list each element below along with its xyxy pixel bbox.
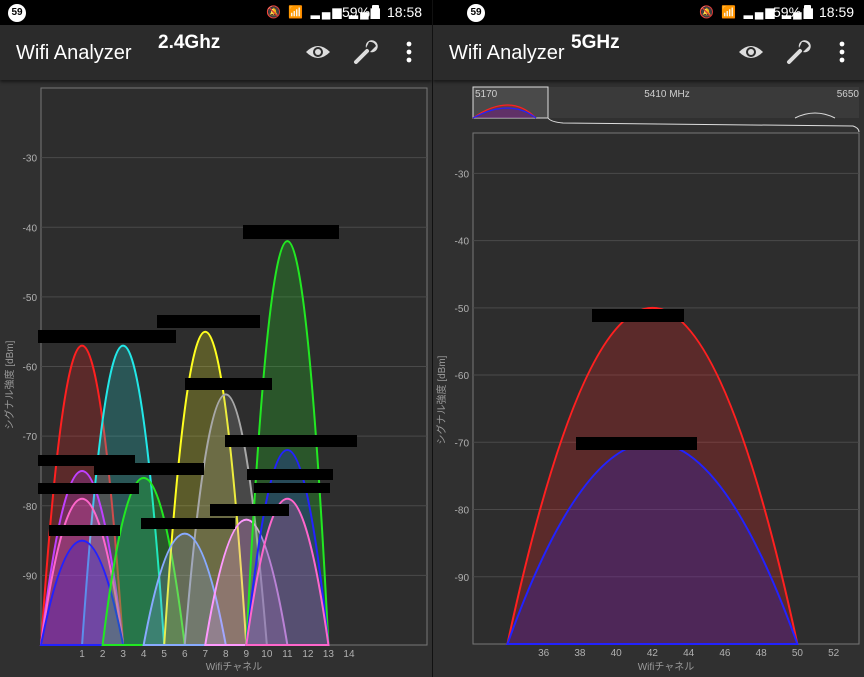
y-tick-label: -30 bbox=[455, 169, 470, 180]
y-axis-label: シグナル強度 [dBm] bbox=[435, 355, 448, 444]
x-tick-label: 4 bbox=[141, 649, 147, 660]
redaction-bar bbox=[576, 437, 697, 450]
y-axis-label: シグナル強度 [dBm] bbox=[3, 340, 16, 429]
y-tick-label: -80 bbox=[455, 506, 470, 517]
x-tick-label: 3 bbox=[120, 649, 126, 660]
x-tick-label: 38 bbox=[574, 648, 586, 659]
x-tick-label: 44 bbox=[683, 648, 695, 659]
x-tick-label: 13 bbox=[323, 649, 335, 660]
y-tick-label: -60 bbox=[23, 363, 38, 374]
redaction-bar bbox=[141, 518, 235, 529]
redaction-bar bbox=[225, 435, 357, 447]
signal-chart: 5170 5410 MHz 5650 -30 -40 -50 -60 -70 -80 -90… bbox=[435, 86, 860, 673]
y-tick-label: -30 bbox=[23, 154, 38, 165]
redaction-bar bbox=[38, 483, 139, 494]
redaction-bar bbox=[592, 309, 684, 322]
wifi-analyzer-screen-2-4ghz: 59 🔕 📶 ▂▄▆ ▂▄▆ 59% 18:58 Wifi Analyzer 2… bbox=[0, 0, 432, 677]
x-tick-label: 50 bbox=[792, 648, 804, 659]
y-tick-label: -70 bbox=[455, 438, 470, 449]
y-tick-label: -90 bbox=[23, 571, 38, 582]
redaction-bar bbox=[157, 315, 260, 328]
y-tick-label: -60 bbox=[455, 371, 470, 382]
redaction-bar bbox=[49, 525, 120, 536]
redaction-bar bbox=[254, 483, 330, 493]
x-tick-label: 40 bbox=[611, 648, 623, 659]
x-tick-label: 1 bbox=[79, 649, 85, 660]
zoom-connector bbox=[547, 117, 860, 133]
y-tick-label: -40 bbox=[455, 237, 470, 248]
redaction-bar bbox=[243, 225, 339, 239]
wifi-analyzer-screen-5ghz: 59 🔕 📶 ▂▄▆ ▂▄▆ 59% 18:59 Wifi Analyzer 5… bbox=[432, 0, 864, 677]
x-tick-label: 2 bbox=[100, 649, 106, 660]
signal-chart: -30-40-50-60-70-80-901 2 3 4 5 6 7 8 9 10 11 12 13 14… bbox=[3, 87, 428, 673]
freq-label-mid: 5410 MHz bbox=[644, 89, 690, 100]
x-tick-label: 9 bbox=[244, 649, 250, 660]
x-tick-label: 52 bbox=[828, 648, 840, 659]
x-tick-label: 8 bbox=[223, 649, 229, 660]
x-axis-label: Wifiチャネル bbox=[206, 661, 263, 673]
y-tick-label: -70 bbox=[23, 432, 38, 443]
x-tick-label: 10 bbox=[261, 649, 273, 660]
x-tick-label: 36 bbox=[538, 648, 550, 659]
redaction-bar bbox=[210, 504, 289, 516]
x-tick-label: 42 bbox=[647, 648, 659, 659]
freq-label-end: 5650 bbox=[837, 89, 860, 100]
x-tick-label: 12 bbox=[302, 649, 314, 660]
redaction-bar bbox=[247, 469, 333, 480]
y-tick-label: -50 bbox=[455, 304, 470, 315]
redaction-bar bbox=[38, 330, 176, 343]
redaction-bar bbox=[94, 463, 204, 475]
x-tick-label: 5 bbox=[161, 649, 167, 660]
x-tick-label: 46 bbox=[719, 648, 731, 659]
y-tick-label: -90 bbox=[455, 573, 470, 584]
frequency-overview[interactable]: 5170 5410 MHz 5650 bbox=[472, 86, 860, 133]
x-tick-label: 11 bbox=[282, 649, 293, 660]
x-tick-label: 48 bbox=[756, 648, 768, 659]
redaction-bar bbox=[185, 378, 272, 390]
y-tick-label: -80 bbox=[23, 502, 38, 513]
y-tick-label: -50 bbox=[23, 293, 38, 304]
x-tick-label: 14 bbox=[343, 649, 355, 660]
freq-label-start: 5170 bbox=[475, 89, 498, 100]
y-tick-label: -40 bbox=[23, 223, 38, 234]
x-tick-label: 6 bbox=[182, 649, 188, 660]
x-axis-label: Wifiチャネル bbox=[638, 661, 695, 673]
x-tick-label: 7 bbox=[202, 649, 208, 660]
